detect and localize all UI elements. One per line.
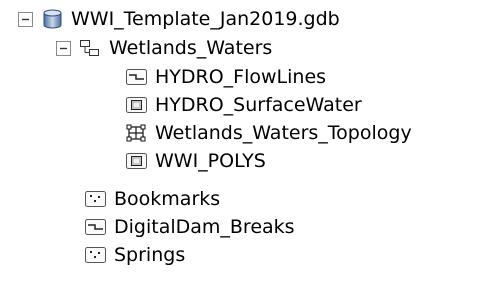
tree-node-topology[interactable]: Wetlands_Waters_Topology [125, 119, 412, 147]
tree-node-label: Bookmarks [114, 188, 221, 210]
tree-node-feature-class[interactable]: HYDRO_FlowLines [125, 63, 326, 91]
tree-node-feature-class[interactable]: HYDRO_SurfaceWater [125, 91, 362, 119]
tree-node-label: Springs [114, 244, 186, 266]
catalog-tree: WWI_Template_Jan2019.gdb Wetlands_Waters… [0, 0, 477, 308]
polygon-feature-class-icon [125, 151, 148, 171]
tree-node-feature-class[interactable]: Bookmarks [84, 185, 220, 213]
tree-node-feature-class[interactable]: DigitalDam_Breaks [84, 213, 295, 241]
tree-node-label: Wetlands_Waters [109, 37, 273, 59]
tree-node-feature-class[interactable]: Springs [84, 241, 185, 269]
line-feature-class-icon [125, 67, 148, 87]
tree-node-label: HYDRO_SurfaceWater [155, 94, 362, 116]
topology-icon [125, 123, 148, 143]
tree-node-label: Wetlands_Waters_Topology [155, 122, 412, 144]
tree-node-feature-dataset[interactable]: Wetlands_Waters [56, 34, 272, 62]
feature-dataset-icon [79, 38, 102, 58]
tree-node-label: DigitalDam_Breaks [114, 216, 295, 238]
collapse-toggle-icon[interactable] [18, 11, 33, 27]
collapse-toggle-icon[interactable] [56, 40, 71, 56]
point-feature-class-icon [84, 245, 107, 265]
tree-node-geodatabase[interactable]: WWI_Template_Jan2019.gdb [18, 5, 340, 33]
point-feature-class-icon [84, 189, 107, 209]
tree-node-label: HYDRO_FlowLines [155, 66, 327, 88]
line-feature-class-icon [84, 217, 107, 237]
polygon-feature-class-icon [125, 95, 148, 115]
geodatabase-icon [41, 9, 64, 29]
tree-node-feature-class[interactable]: WWI_POLYS [125, 147, 266, 175]
tree-node-label: WWI_POLYS [155, 150, 266, 172]
tree-node-label: WWI_Template_Jan2019.gdb [71, 8, 340, 30]
